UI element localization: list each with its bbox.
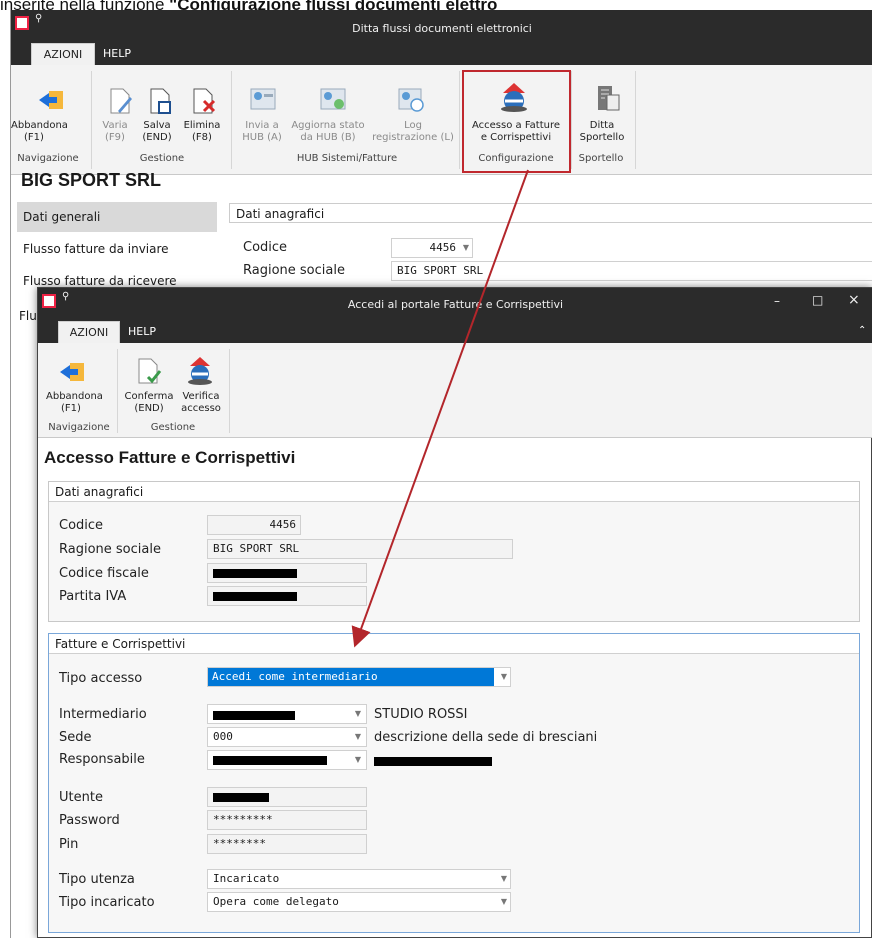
front-window-title: Accedi al portale Fatture e Corrispettiv… — [347, 298, 564, 311]
nav-item-flusso-inviare[interactable]: Flusso fatture da inviare — [23, 242, 169, 256]
group-gestione: Gestione — [139, 153, 185, 164]
back-label-codice: Codice — [243, 240, 288, 255]
back-ragione-field[interactable]: BIG SPORT SRL — [391, 261, 872, 281]
send-hub-icon — [250, 88, 276, 110]
label-intermediario: Intermediario — [59, 707, 147, 722]
sede-desc: descrizione della sede di bresciani — [374, 730, 598, 745]
back-btn-salva[interactable]: Salva (END) — [137, 120, 177, 144]
back-btn-log[interactable]: Log registrazione (L) — [367, 120, 459, 144]
exit-arrow-icon — [60, 363, 84, 381]
label-password: Password — [59, 813, 120, 828]
tipo-accesso-dropdown-icon[interactable]: ▼ — [497, 667, 511, 687]
password-field[interactable]: ********* — [207, 810, 367, 830]
back-window-title: Ditta flussi documenti elettronici — [352, 22, 532, 35]
back-btn-ditta-sportello[interactable]: Ditta Sportello — [575, 120, 629, 144]
pin-field[interactable]: ******** — [207, 834, 367, 854]
sede-dropdown-icon[interactable]: ▼ — [351, 727, 365, 747]
back-title-bar: ⚲ Ditta flussi documenti elettronici — [11, 10, 872, 43]
nav-item-flu[interactable]: Flu — [19, 309, 37, 323]
label-tipo-utenza: Tipo utenza — [59, 872, 135, 887]
tipo-accesso-select[interactable]: Accedi come intermediario — [207, 667, 511, 687]
back-codice-dropdown-icon[interactable]: ▼ — [459, 238, 473, 258]
codice-field[interactable]: 4456 — [207, 515, 301, 535]
tipo-utenza-dropdown-icon[interactable]: ▼ — [497, 869, 511, 889]
exit-arrow-icon — [39, 91, 63, 109]
highlight-box — [462, 70, 571, 173]
label-ragione-sociale: Ragione sociale — [59, 542, 161, 557]
label-partita-iva: Partita IVA — [59, 589, 127, 604]
close-button[interactable]: × — [848, 292, 860, 308]
utente-redacted — [213, 793, 269, 802]
label-tipo-incaricato: Tipo incaricato — [59, 895, 155, 910]
label-sede: Sede — [59, 730, 92, 745]
tipo-utenza-select[interactable]: Incaricato — [207, 869, 511, 889]
front-group-gestione: Gestione — [150, 422, 196, 433]
intermediario-desc: STUDIO ROSSI — [374, 707, 468, 722]
intermediario-redacted — [213, 711, 295, 720]
label-pin: Pin — [59, 837, 79, 852]
responsabile-redacted — [213, 756, 327, 765]
tipo-accesso-value: Accedi come intermediario — [208, 668, 494, 686]
company-title: BIG SPORT SRL — [21, 170, 162, 190]
responsabile-desc-redacted — [374, 757, 492, 766]
partita-iva-redacted — [213, 592, 297, 601]
confirm-check-icon — [138, 358, 162, 384]
intermediario-dropdown-icon[interactable]: ▼ — [351, 704, 365, 724]
edit-pencil-icon — [110, 88, 132, 114]
maximize-button[interactable]: □ — [812, 293, 823, 307]
back-btn-abbandona[interactable]: Abbandona (F1) — [11, 120, 68, 144]
minimize-button[interactable]: – — [774, 294, 780, 308]
tipo-incaricato-dropdown-icon[interactable]: ▼ — [497, 892, 511, 912]
back-btn-invia-hub[interactable]: Invia a HUB (A) — [239, 120, 285, 144]
front-btn-abbandona[interactable]: Abbandona (F1) — [46, 391, 103, 415]
label-codice: Codice — [59, 518, 104, 533]
front-ribbon: Abbandona (F1) Conferma (END) Verifica a… — [38, 343, 872, 438]
responsabile-dropdown-icon[interactable]: ▼ — [351, 750, 365, 770]
label-codice-fiscale: Codice fiscale — [59, 566, 149, 581]
fatture-section: Fatture e Corrispettivi Tipo accesso Acc… — [48, 633, 860, 933]
save-disk-icon — [150, 88, 171, 114]
label-responsabile: Responsabile — [59, 752, 145, 767]
log-clock-icon — [398, 88, 424, 112]
codice-fiscale-redacted — [213, 569, 297, 578]
refresh-hub-icon — [320, 88, 346, 110]
back-section-dati-anagrafici: Dati anagrafici — [229, 203, 872, 223]
nav-item-flusso-ricevere[interactable]: Flusso fatture da ricevere — [23, 274, 177, 288]
agency-logo-icon — [188, 357, 212, 385]
anagrafici-title: Dati anagrafici — [49, 482, 859, 502]
front-heading: Accesso Fatture e Corrispettivi — [44, 448, 296, 467]
back-tab-help[interactable]: HELP — [95, 43, 139, 65]
caption-text: inserite nella funzione "Configurazione … — [0, 0, 498, 10]
back-btn-aggiorna-stato[interactable]: Aggiorna stato da HUB (B) — [285, 120, 371, 144]
delete-x-icon — [193, 88, 216, 114]
anagrafici-section: Dati anagrafici Codice 4456 Ragione soci… — [48, 481, 860, 622]
front-tab-azioni[interactable]: AZIONI — [58, 321, 120, 343]
label-utente: Utente — [59, 790, 103, 805]
back-tab-azioni[interactable]: AZIONI — [31, 43, 95, 65]
sede-field[interactable]: 000 — [207, 727, 367, 747]
tipo-incaricato-select[interactable]: Opera come delegato — [207, 892, 511, 912]
back-btn-varia[interactable]: Varia (F9) — [101, 120, 129, 144]
collapse-ribbon-icon[interactable]: ⌃ — [858, 325, 866, 336]
label-tipo-accesso: Tipo accesso — [59, 671, 143, 686]
fatture-title: Fatture e Corrispettivi — [49, 634, 859, 654]
back-btn-elimina[interactable]: Elimina (F8) — [179, 120, 225, 144]
front-btn-verifica-accesso[interactable]: Verifica accesso — [176, 391, 226, 415]
building-icon — [598, 86, 620, 111]
group-navigazione: Navigazione — [17, 153, 79, 164]
front-btn-conferma[interactable]: Conferma (END) — [124, 391, 174, 415]
back-label-ragione: Ragione sociale — [243, 263, 345, 278]
back-ribbon: Abbandona (F1) Varia (F9) Salva (END) El… — [11, 65, 872, 175]
front-window: ⚲ Accedi al portale Fatture e Corrispett… — [37, 287, 872, 938]
front-title-bar: ⚲ Accedi al portale Fatture e Corrispett… — [38, 288, 872, 321]
front-tab-help[interactable]: HELP — [120, 321, 164, 343]
group-hub: HUB Sistemi/Fatture — [296, 153, 398, 164]
front-group-navigazione: Navigazione — [48, 422, 110, 433]
ragione-sociale-field[interactable]: BIG SPORT SRL — [207, 539, 513, 559]
group-sportello: Sportello — [578, 153, 624, 164]
nav-item-dati-generali[interactable]: Dati generali — [17, 202, 217, 232]
